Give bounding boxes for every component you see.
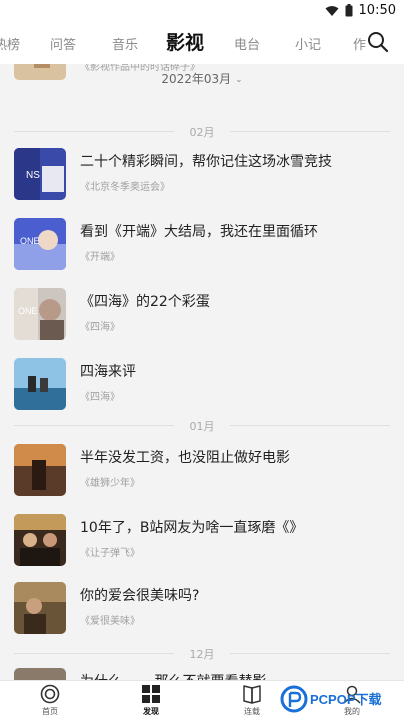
home-circle-icon <box>40 684 60 704</box>
item-tag: 《北京冬季奥运会》 <box>80 182 170 193</box>
nav-serial[interactable]: 连载 <box>222 684 282 717</box>
month-selector[interactable]: 2022年03月 ⌄ <box>0 70 404 87</box>
item-title: 看到《开端》大结局，我还在里面循环 <box>80 224 318 240</box>
status-time: 10:50 <box>358 3 396 18</box>
timeline-content: 《影视作品中的时话碎子》 2022年03月 ⌄ 02月 NS 二十个精彩瞬间，帮你… <box>0 64 404 680</box>
item-title: 二十个精彩瞬间，帮你记住这场冰雪竞技 <box>80 154 332 170</box>
list-item[interactable]: 四海来评 《四海》 <box>0 358 404 422</box>
divider-label: 01月 <box>189 420 215 433</box>
search-icon[interactable] <box>366 30 390 54</box>
item-title: 《四海》的22个彩蛋 <box>80 294 210 310</box>
svg-text:ONE: ONE <box>18 306 38 316</box>
tab-movies[interactable]: 影视 <box>166 28 204 55</box>
item-thumbnail: ONE <box>14 288 66 340</box>
divider-label: 02月 <box>189 126 215 139</box>
battery-icon <box>345 4 353 17</box>
item-thumbnail <box>14 514 66 566</box>
nav-label: 发现 <box>143 707 159 716</box>
item-tag: 《四海》 <box>80 392 120 403</box>
nav-label: 首页 <box>42 707 58 716</box>
month-divider: 12月 <box>0 646 404 661</box>
list-item[interactable]: 10年了，B站网友为啥一直琢磨《》 《让子弹飞》 <box>0 514 404 578</box>
item-thumbnail <box>14 668 66 680</box>
list-item[interactable]: 半年没发工资，也没阻止做好电影 《雄狮少年》 <box>0 444 404 508</box>
tab-radio[interactable]: 电台 <box>234 34 260 53</box>
divider-label: 12月 <box>189 648 215 661</box>
grid-icon <box>142 685 160 703</box>
svg-text:ONE: ONE <box>20 236 40 246</box>
list-item[interactable]: 为什么…… 那么不就要看替影… <box>0 668 404 680</box>
month-divider: 02月 <box>0 124 404 139</box>
list-item[interactable]: ONE 《四海》的22个彩蛋 《四海》 <box>0 288 404 352</box>
item-thumbnail: ONE <box>14 218 66 270</box>
chevron-down-icon: ⌄ <box>235 75 243 85</box>
item-title: 四海来评 <box>80 364 136 380</box>
tab-music[interactable]: 音乐 <box>112 34 138 53</box>
item-title: 你的爱会很美味吗? <box>80 588 200 604</box>
watermark: PCPOP下载 <box>280 685 398 715</box>
item-thumbnail <box>14 444 66 496</box>
tab-hot[interactable]: 热榜 <box>0 34 20 53</box>
wifi-icon <box>325 5 339 16</box>
nav-home[interactable]: 首页 <box>20 684 80 717</box>
svg-text:NS: NS <box>26 170 40 181</box>
item-tag: 《开端》 <box>80 252 120 263</box>
pcpop-logo-icon <box>280 685 308 713</box>
month-divider: 01月 <box>0 418 404 433</box>
list-item[interactable]: 你的爱会很美味吗? 《爱很美味》 <box>0 582 404 646</box>
tab-notes[interactable]: 小记 <box>295 34 321 53</box>
month-label: 2022年03月 <box>161 72 232 86</box>
item-tag: 《让子弹飞》 <box>80 548 140 559</box>
item-title: 为什么…… 那么不就要看替影… <box>80 671 280 680</box>
nav-discover[interactable]: 发现 <box>121 684 181 717</box>
item-tag: 《爱很美味》 <box>80 616 140 627</box>
tab-more[interactable]: 作 <box>353 34 366 53</box>
book-icon <box>243 685 261 704</box>
item-thumbnail <box>14 358 66 410</box>
item-thumbnail <box>14 582 66 634</box>
item-thumbnail: NS <box>14 148 66 200</box>
item-tag: 《四海》 <box>80 322 120 333</box>
list-item[interactable]: NS 二十个精彩瞬间，帮你记住这场冰雪竞技 《北京冬季奥运会》 <box>0 148 404 212</box>
status-bar: 10:50 <box>0 0 404 24</box>
nav-label: 连载 <box>244 707 260 716</box>
top-tab-bar: 热榜 问答 音乐 影视 电台 小记 作 <box>0 24 404 64</box>
item-title: 半年没发工资，也没阻止做好电影 <box>80 450 290 466</box>
list-item[interactable]: ONE 看到《开端》大结局，我还在里面循环 《开端》 <box>0 218 404 282</box>
item-tag: 《雄狮少年》 <box>80 478 140 489</box>
item-title: 10年了，B站网友为啥一直琢磨《》 <box>80 520 304 536</box>
watermark-text: PCPOP下载 <box>310 692 382 707</box>
status-icons: 10:50 <box>325 3 396 18</box>
tab-qa[interactable]: 问答 <box>50 34 76 53</box>
